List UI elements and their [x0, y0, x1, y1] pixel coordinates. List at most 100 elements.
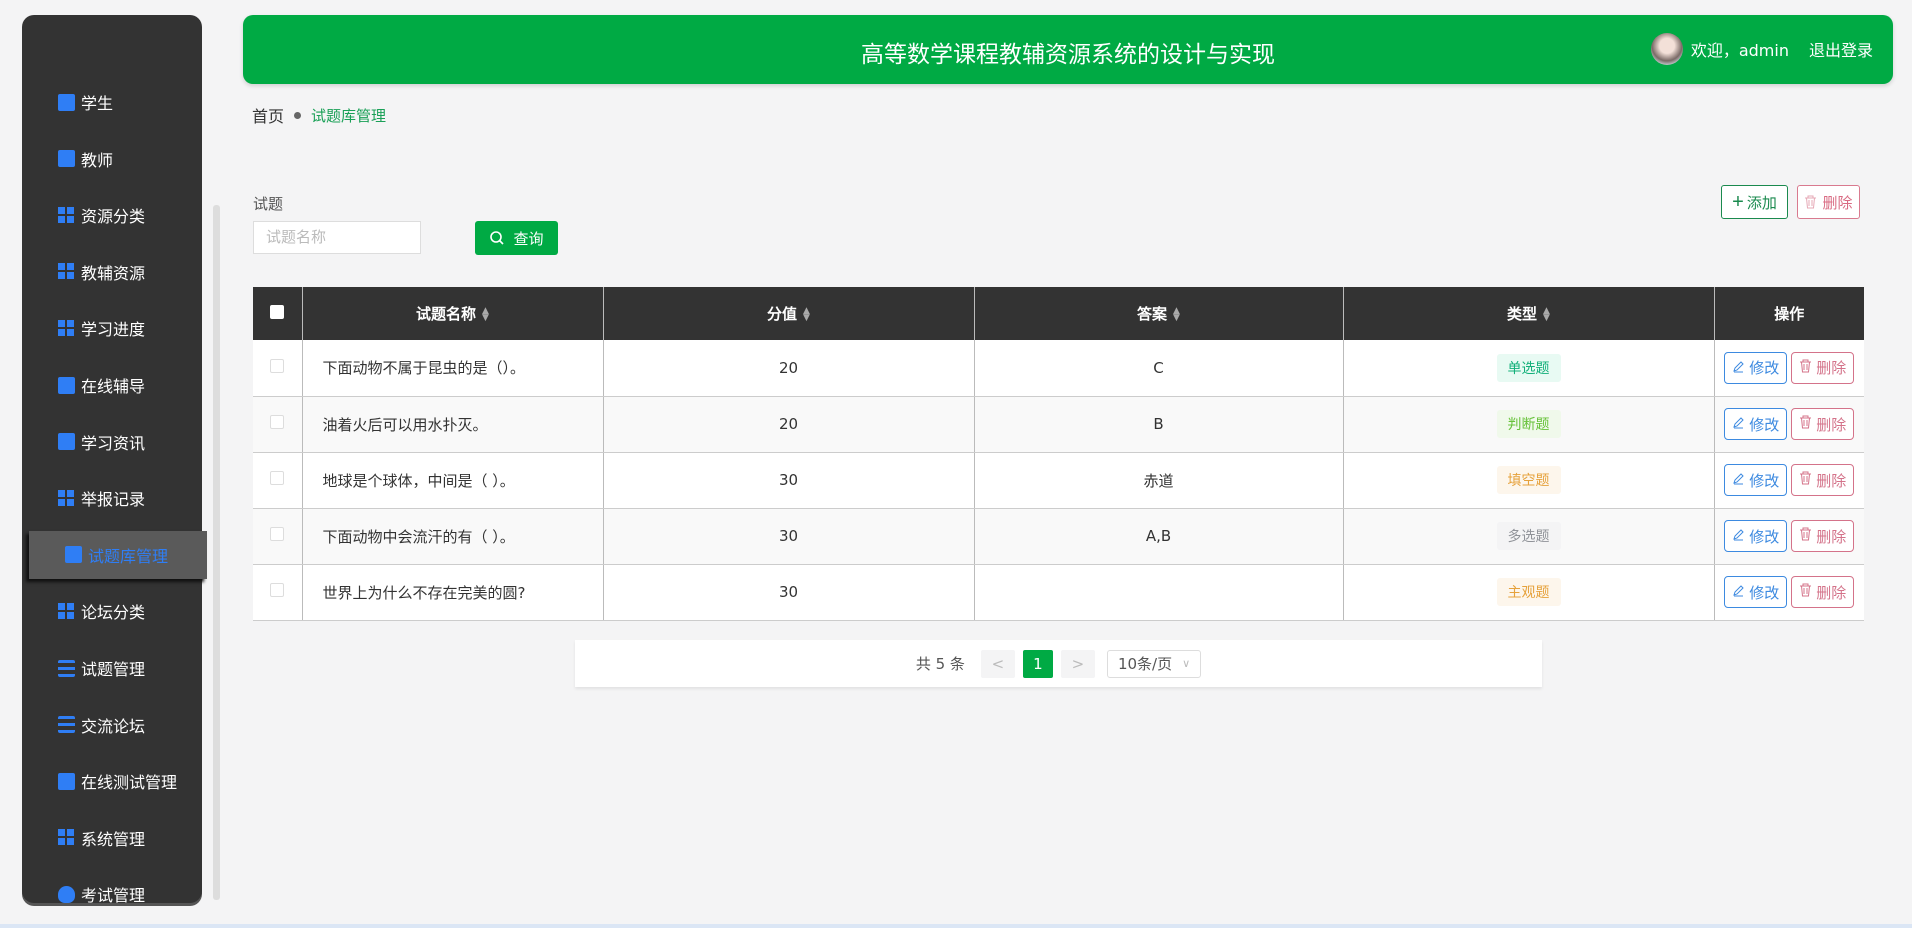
- delete-label: 删除: [1816, 583, 1847, 602]
- type-badge: 单选题: [1496, 353, 1561, 382]
- bottom-strip: [0, 924, 1912, 928]
- row-select-cell: [253, 340, 303, 397]
- row-checkbox[interactable]: [270, 583, 285, 597]
- breadcrumb-home[interactable]: 首页: [252, 103, 284, 127]
- edit-icon: [1732, 583, 1749, 601]
- sidebar-item-14[interactable]: 考试管理: [58, 874, 145, 914]
- sidebar-item-1[interactable]: 教师: [58, 139, 113, 179]
- sidebar-item-label: 学习资讯: [81, 433, 146, 453]
- column-header-label: 试题名称: [416, 305, 477, 323]
- delete-button[interactable]: 删除: [1791, 576, 1855, 608]
- trash-icon: [1805, 195, 1817, 209]
- page-size-value: 10条/页: [1117, 655, 1173, 673]
- column-header-0[interactable]: 试题名称 ▲ ▼: [302, 287, 604, 340]
- sidebar-item-11[interactable]: 交流论坛: [58, 705, 145, 745]
- sidebar-item-label: 交流论坛: [81, 716, 146, 736]
- type-badge: 填空题: [1496, 466, 1561, 494]
- sidebar-item-10[interactable]: 试题管理: [58, 648, 145, 688]
- edit-button[interactable]: 修改: [1724, 576, 1788, 608]
- question-score: 20: [603, 340, 975, 397]
- delete-button[interactable]: 删除: [1791, 351, 1855, 384]
- search-button[interactable]: 查询: [475, 221, 558, 255]
- row-select-cell: [253, 452, 303, 509]
- sidebar-item-3[interactable]: 教辅资源: [58, 252, 145, 292]
- monitor-icon: [58, 150, 75, 168]
- sort-icon[interactable]: ▲ ▼: [1173, 306, 1180, 322]
- trash-icon: [1799, 359, 1816, 377]
- type-badge: 判断题: [1496, 410, 1561, 438]
- sidebar-item-4[interactable]: 学习进度: [58, 308, 145, 348]
- column-header-label: 答案: [1137, 305, 1168, 323]
- question-type-cell: 填空题: [1343, 452, 1715, 509]
- sidebar-item-label: 考试管理: [81, 886, 146, 906]
- type-badge: 主观题: [1496, 578, 1561, 606]
- edit-label: 修改: [1749, 359, 1780, 378]
- row-checkbox[interactable]: [270, 527, 285, 541]
- question-answer: C: [974, 340, 1344, 397]
- sort-icon[interactable]: ▲ ▼: [482, 306, 489, 322]
- sidebar-item-9[interactable]: 论坛分类: [58, 591, 145, 631]
- bulk-delete-button[interactable]: 删除: [1797, 185, 1860, 219]
- sidebar-item-0[interactable]: 学生: [58, 82, 113, 122]
- sort-icon[interactable]: ▲ ▼: [803, 306, 810, 322]
- edit-icon: [1732, 527, 1749, 545]
- sidebar-item-label: 在线辅导: [81, 377, 146, 396]
- total-count: 共 5 条: [915, 655, 965, 673]
- chat-icon: [58, 433, 75, 451]
- sidebar-item-2[interactable]: 资源分类: [58, 195, 145, 235]
- sidebar-item-label: 教辅资源: [81, 263, 146, 283]
- sidebar-scrollbar[interactable]: [213, 205, 220, 900]
- sidebar-item-13[interactable]: 系统管理: [58, 818, 145, 858]
- sidebar-item-6[interactable]: 学习资讯: [58, 422, 145, 462]
- delete-button[interactable]: 删除: [1791, 408, 1855, 440]
- sidebar-item-8[interactable]: 试题库管理: [29, 530, 207, 579]
- pagination: 共 5 条 < 1 > 10条/页 ∨: [575, 640, 1542, 687]
- edit-button[interactable]: 修改: [1724, 464, 1788, 496]
- search-icon: [490, 231, 505, 245]
- page-1-button[interactable]: 1: [1022, 649, 1053, 678]
- sidebar-item-label: 资源分类: [81, 207, 146, 227]
- sidebar-item-7[interactable]: 举报记录: [58, 478, 145, 518]
- prev-page-button[interactable]: <: [980, 649, 1015, 678]
- sort-icon[interactable]: ▲ ▼: [1543, 306, 1550, 322]
- delete-button[interactable]: 删除: [1791, 520, 1855, 552]
- add-button[interactable]: + 添加: [1721, 185, 1788, 219]
- edit-label: 修改: [1749, 471, 1780, 490]
- question-score: 30: [603, 564, 975, 621]
- row-actions: 修改 删除: [1714, 396, 1864, 453]
- row-checkbox[interactable]: [270, 471, 285, 485]
- table-row: 下面动物不属于昆虫的是（）。 20 C 单选题 修改 删除: [253, 340, 1864, 397]
- delete-button[interactable]: 删除: [1791, 464, 1855, 496]
- search-label: 试题: [253, 195, 284, 213]
- avatar[interactable]: [1650, 33, 1683, 65]
- edit-button[interactable]: 修改: [1724, 408, 1788, 440]
- delete-label: 删除: [1816, 527, 1847, 546]
- column-header-2[interactable]: 答案 ▲ ▼: [974, 287, 1344, 340]
- question-name: 下面动物中会流汗的有（ ）。: [302, 508, 604, 565]
- select-all-checkbox[interactable]: [270, 304, 285, 319]
- next-page-button[interactable]: >: [1060, 649, 1095, 678]
- search-input[interactable]: [253, 221, 421, 254]
- row-select-cell: [253, 564, 303, 621]
- sidebar-item-label: 试题管理: [81, 660, 146, 679]
- trash-icon: [1799, 471, 1816, 489]
- edit-button[interactable]: 修改: [1724, 520, 1788, 552]
- question-type-cell: 主观题: [1343, 564, 1715, 621]
- logout-link[interactable]: 退出登录: [1809, 37, 1873, 61]
- sidebar-item-label: 论坛分类: [81, 603, 146, 623]
- questions-table: 试题名称 ▲ ▼ 分值 ▲ ▼ 答案 ▲ ▼ 类型 ▲ ▼ 操作 下面动物不属于昆虫的是（）。 20 C…: [253, 287, 1864, 621]
- row-checkbox[interactable]: [270, 358, 285, 373]
- list-icon: [58, 716, 75, 734]
- sidebar-item-5[interactable]: 在线辅导: [58, 365, 145, 405]
- page-size-select[interactable]: 10条/页 ∨: [1106, 649, 1202, 678]
- clipboard-check-icon: [65, 546, 82, 564]
- grid9-icon: [58, 489, 75, 507]
- table-row: 油着火后可以用水扑灭。 20 B 判断题 修改 删除: [253, 396, 1864, 453]
- sidebar-item-12[interactable]: 在线测试管理: [58, 761, 177, 801]
- edit-button[interactable]: 修改: [1724, 351, 1788, 384]
- column-header-3[interactable]: 类型 ▲ ▼: [1343, 287, 1715, 340]
- question-answer: [974, 564, 1344, 621]
- row-checkbox[interactable]: [270, 415, 285, 429]
- column-header-1[interactable]: 分值 ▲ ▼: [603, 287, 975, 340]
- breadcrumb-current: 试题库管理: [311, 106, 387, 125]
